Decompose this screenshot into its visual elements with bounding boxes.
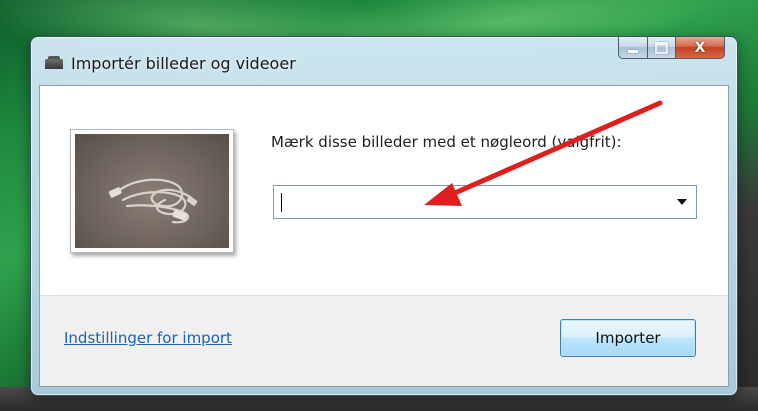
title-bar[interactable]: Importér billeder og videoer X <box>31 37 737 85</box>
tag-combobox[interactable] <box>273 185 697 219</box>
dialog-content: Mærk disse billeder med et nøgleord (val… <box>40 86 728 296</box>
cable-photo-icon <box>108 178 198 224</box>
minimize-button[interactable] <box>618 37 648 59</box>
import-dialog-window: Importér billeder og videoer X Mærk diss… <box>30 36 738 396</box>
photo-thumbnail-frame <box>70 129 234 253</box>
tag-prompt-label: Mærk disse billeder med et nøgleord (val… <box>271 133 622 151</box>
maximize-icon <box>655 41 668 54</box>
window-title: Importér billeder og videoer <box>71 54 296 73</box>
import-button[interactable]: Importer <box>560 319 696 357</box>
maximize-button[interactable] <box>648 37 676 59</box>
tag-input[interactable] <box>280 189 660 215</box>
dialog-footer: Indstillinger for import Importer <box>40 295 728 386</box>
photo-thumbnail <box>75 134 229 248</box>
close-button[interactable]: X <box>676 37 725 59</box>
import-settings-link[interactable]: Indstillinger for import <box>64 329 232 347</box>
dropdown-arrow-icon[interactable] <box>672 192 692 212</box>
scanner-icon <box>45 56 63 69</box>
text-caret <box>281 193 282 212</box>
minimize-icon <box>628 50 638 53</box>
dialog-client-area: Mærk disse billeder med et nøgleord (val… <box>39 85 729 387</box>
close-icon: X <box>694 39 706 56</box>
caption-buttons: X <box>618 37 725 59</box>
